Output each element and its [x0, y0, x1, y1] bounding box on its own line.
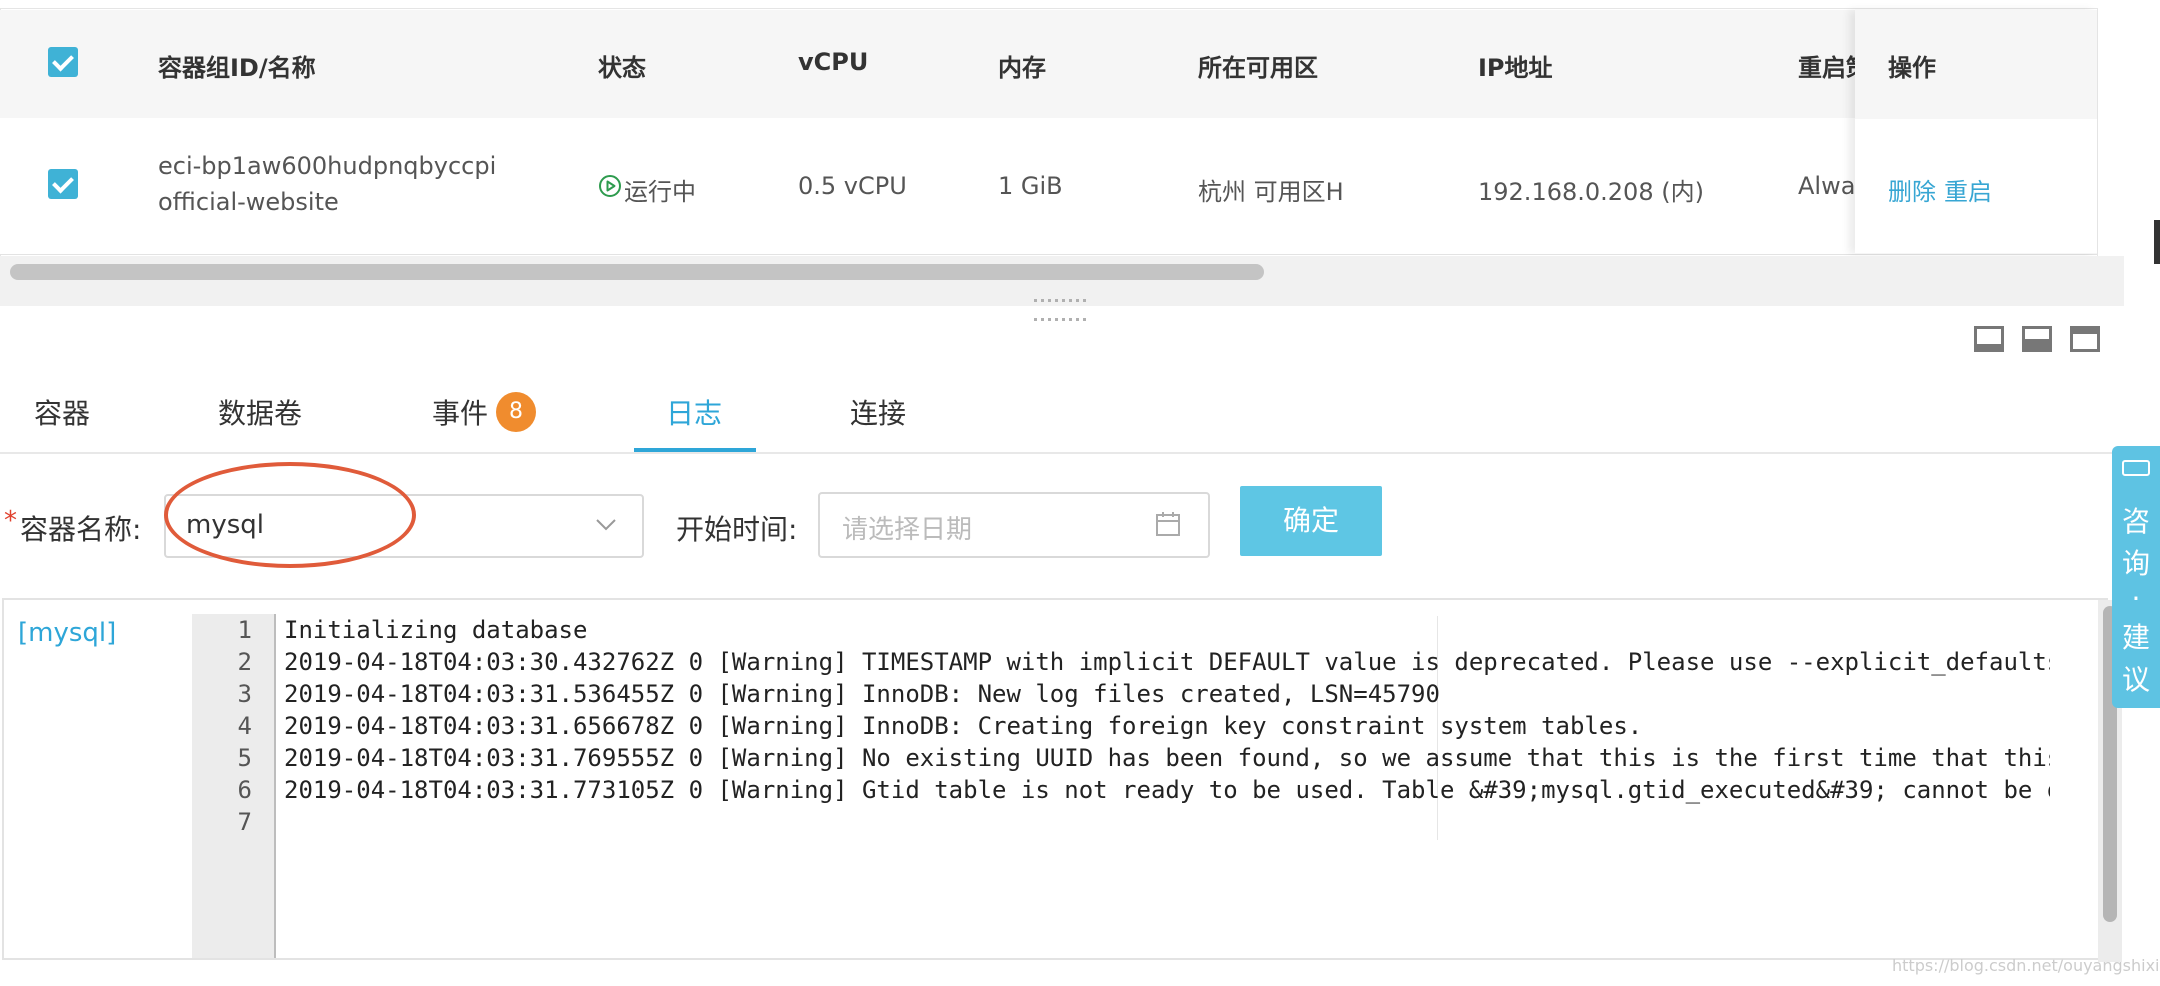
resize-handle[interactable]: [1032, 288, 1094, 321]
watermark: https://blog.csdn.net/ouyangshixiong: [1892, 956, 2160, 975]
header-status: 状态: [598, 54, 646, 82]
horizontal-scrollbar-thumb[interactable]: [10, 264, 1264, 280]
tab-events[interactable]: 事件: [432, 392, 488, 432]
chevron-down-icon: [594, 512, 618, 536]
row-checkbox[interactable]: [48, 169, 78, 199]
line-number: 7: [237, 808, 252, 836]
header-ip: IP地址: [1478, 54, 1553, 82]
log-text-area[interactable]: Initializing database 2019-04-18T04:03:3…: [282, 614, 2050, 958]
tab-containers[interactable]: 容器: [34, 392, 90, 432]
row-ip: 192.168.0.208 (内): [1478, 178, 1704, 206]
required-mark: *: [4, 506, 17, 536]
confirm-button[interactable]: 确定: [1240, 486, 1382, 556]
layout-half-icon[interactable]: [2022, 326, 2052, 352]
header-memory: 内存: [998, 54, 1046, 82]
line-number: 3: [237, 680, 252, 708]
row-memory: 1 GiB: [998, 172, 1063, 200]
calendar-icon[interactable]: [1154, 510, 1182, 538]
log-line: 2019-04-18T04:03:31.536455Z 0 [Warning] …: [284, 680, 1440, 708]
line-number: 1: [237, 616, 252, 644]
consult-char: 建: [2121, 621, 2150, 654]
window-edge: [2154, 220, 2160, 264]
header-zone: 所在可用区: [1198, 54, 1318, 82]
events-count-badge: 8: [496, 392, 536, 432]
line-number: 6: [237, 776, 252, 804]
row-vcpu: 0.5 vCPU: [798, 172, 907, 200]
log-line: 2019-04-18T04:03:31.773105Z 0 [Warning] …: [284, 776, 2050, 804]
layout-bottom-icon[interactable]: [1974, 326, 2004, 352]
row-status: 运行中: [624, 178, 696, 206]
consult-char: 询: [2121, 547, 2150, 580]
start-time-label: 开始时间:: [676, 513, 798, 546]
log-line: Initializing database: [284, 616, 588, 644]
log-line: 2019-04-18T04:03:31.769555Z 0 [Warning] …: [284, 744, 2050, 772]
log-line: 2019-04-18T04:03:30.432762Z 0 [Warning] …: [284, 648, 2050, 676]
log-container-tag[interactable]: [mysql]: [18, 618, 116, 648]
consult-char: 咨: [2121, 505, 2150, 538]
restart-link[interactable]: 重启: [1944, 172, 1992, 207]
consult-char: ·: [2131, 582, 2141, 615]
row-container-id[interactable]: eci-bp1aw600hudpnqbyccpi: [158, 152, 496, 180]
header-operations: 操作: [1888, 54, 1936, 82]
consult-suggest-widget[interactable]: 咨 询 · 建 议: [2112, 446, 2160, 708]
play-circle-icon: [598, 174, 621, 197]
line-number-gutter: 1 2 3 4 5 6 7: [192, 614, 276, 958]
header-id-name: 容器组ID/名称: [158, 54, 316, 82]
consult-char: 议: [2121, 663, 2150, 696]
line-number: 5: [237, 744, 252, 772]
tab-connect[interactable]: 连接: [850, 392, 906, 432]
chat-icon: [2122, 460, 2150, 476]
delete-link[interactable]: 删除: [1888, 172, 1936, 207]
tab-volumes[interactable]: 数据卷: [218, 392, 302, 432]
start-date-placeholder: 请选择日期: [842, 515, 973, 545]
header-vcpu: vCPU: [798, 48, 869, 76]
layout-full-icon[interactable]: [2070, 326, 2100, 352]
annotation-ellipse: [164, 462, 416, 568]
row-container-name: official-website: [158, 188, 339, 216]
select-all-checkbox[interactable]: [48, 47, 78, 77]
line-number: 4: [237, 712, 252, 740]
row-zone: 杭州 可用区H: [1198, 178, 1344, 206]
line-number: 2: [237, 648, 252, 676]
container-name-label: 容器名称:: [20, 513, 142, 546]
active-tab-indicator: [634, 448, 756, 452]
log-line: 2019-04-18T04:03:31.656678Z 0 [Warning] …: [284, 712, 1643, 740]
tab-bar-divider: [0, 452, 2160, 454]
tab-logs[interactable]: 日志: [666, 392, 722, 432]
